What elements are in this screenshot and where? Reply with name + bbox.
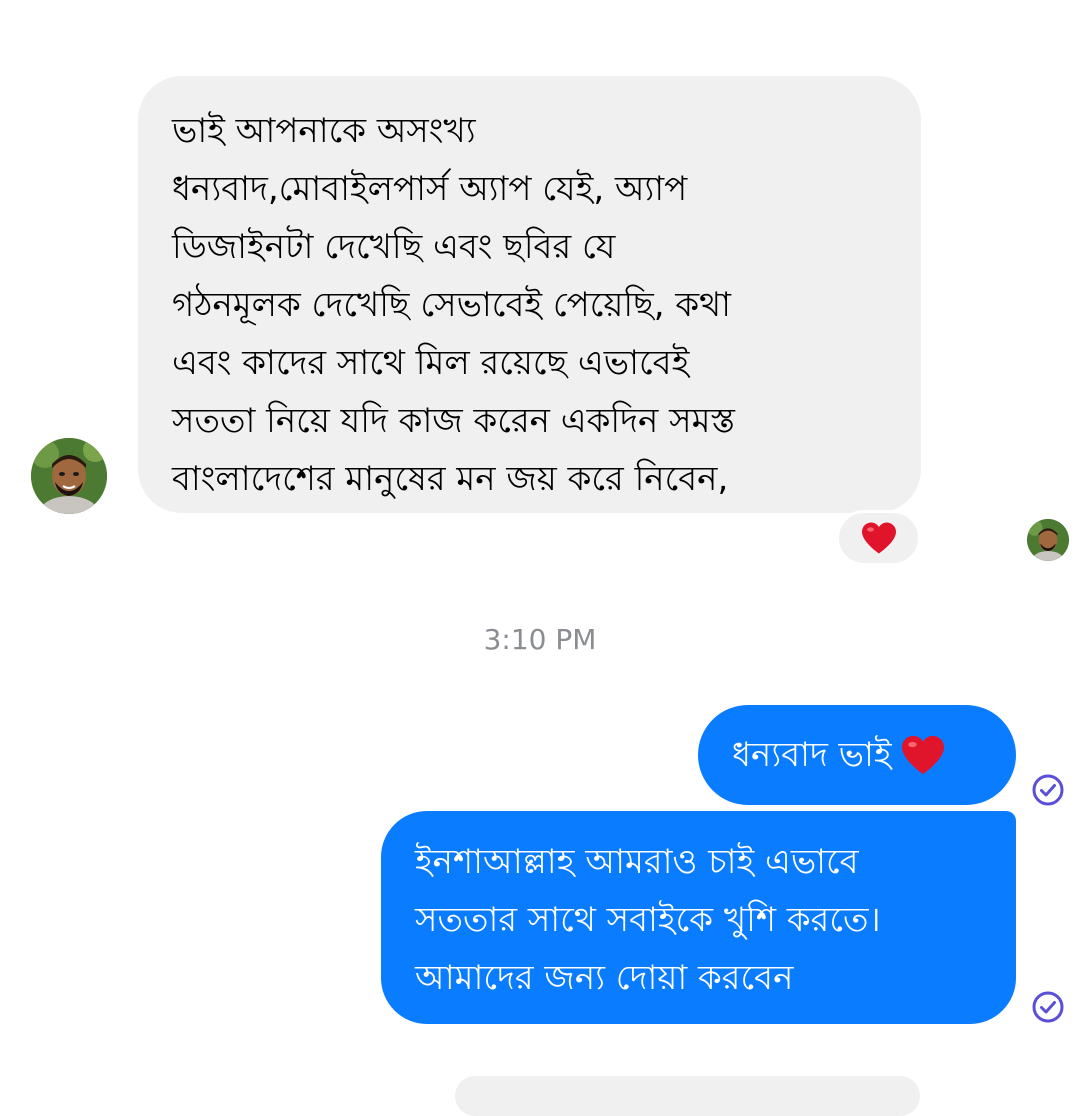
sender-avatar-photo [31, 438, 107, 514]
message-line: গঠনমূলক দেখেছি সেভাবেই পেয়েছি, কথা [172, 285, 732, 325]
message-line: এবং কাদের সাথে মিল রয়েছে এভাবেই [172, 343, 690, 383]
message-line: ইনশাআল্লাহ আমরাও চাই এভাবে [415, 842, 859, 882]
message-line: বাংলাদেশের মানুষের মন জয় করে নিবেন, [172, 459, 729, 499]
message-reaction[interactable] [836, 510, 921, 566]
seen-by-avatar-photo [1027, 519, 1069, 561]
message-text: ধন্যবাদ ভাই [732, 735, 892, 775]
message-timestamp: 3:10 PM [483, 623, 597, 656]
outgoing-message-bubble[interactable]: ধন্যবাদ ভাই [698, 705, 1016, 805]
message-line: আমাদের জন্য দোয়া করবেন [415, 958, 794, 998]
incoming-message-bubble[interactable]: ভাই আপনাকে অসংখ্য ধন্যবাদ,মোবাইলপার্স অ্… [138, 76, 921, 513]
heart-icon [861, 522, 896, 554]
check-circle-icon [1032, 991, 1064, 1023]
message-line: ধন্যবাদ,মোবাইলপার্স অ্যাপ যেই, অ্যাপ [172, 169, 688, 209]
check-circle-icon [1032, 774, 1064, 806]
next-message-bubble[interactable] [455, 1076, 920, 1116]
message-line: ভাই আপনাকে অসংখ্য [172, 111, 476, 151]
message-line: সততার সাথে সবাইকে খুশি করতে। [415, 900, 881, 940]
outgoing-message-bubble[interactable]: ইনশাআল্লাহ আমরাও চাই এভাবে সততার সাথে সব… [381, 811, 1016, 1024]
message-line: সততা নিয়ে যদি কাজ করেন একদিন সমস্ত [172, 401, 735, 441]
seen-by-avatar [1027, 519, 1069, 561]
message-line: ডিজাইনটা দেখেছি এবং ছবির যে [172, 227, 616, 267]
sender-avatar[interactable] [31, 438, 107, 514]
heart-icon [900, 734, 946, 776]
